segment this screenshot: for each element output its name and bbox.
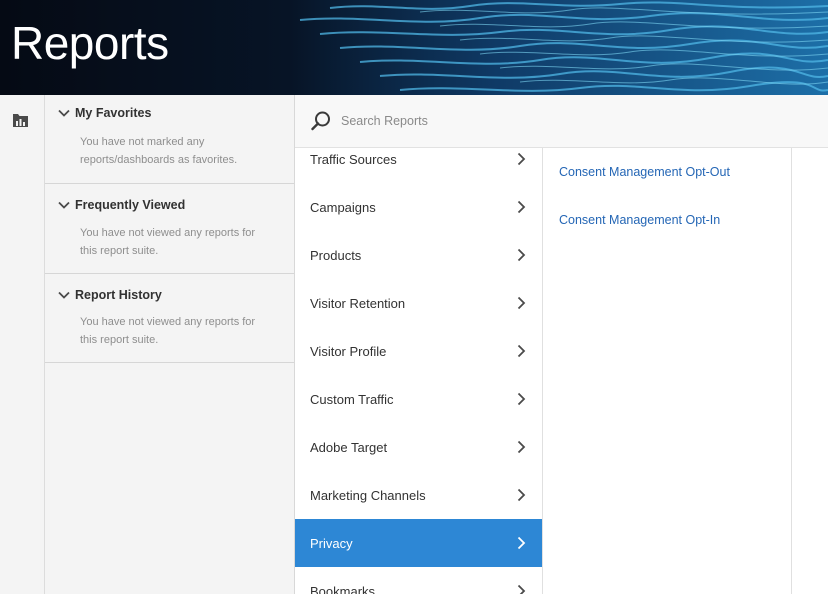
frequently-viewed-toggle[interactable]: Frequently Viewed xyxy=(45,184,294,222)
menu-item-bookmarks[interactable]: Bookmarks xyxy=(295,567,542,594)
chevron-right-icon xyxy=(517,200,526,214)
chevron-right-icon xyxy=(517,488,526,502)
menu-item-custom-traffic[interactable]: Custom Traffic xyxy=(295,375,542,423)
favorites-panel: My Favorites You have not marked any rep… xyxy=(45,95,295,594)
search-input[interactable] xyxy=(341,114,641,128)
chevron-right-icon xyxy=(517,296,526,310)
section-message: You have not marked any reports/dashboar… xyxy=(80,136,238,166)
report-history-toggle[interactable]: Report History xyxy=(45,274,294,312)
privacy-submenu: Consent Management Opt-Out Consent Manag… xyxy=(543,148,792,594)
menu-item-label: Products xyxy=(310,247,362,263)
report-history-section: Report History You have not viewed any r… xyxy=(45,274,294,363)
menu-item-label: Custom Traffic xyxy=(310,391,394,407)
page-title: Reports xyxy=(11,17,169,69)
chevron-right-icon xyxy=(517,344,526,358)
frequently-viewed-section: Frequently Viewed You have not viewed an… xyxy=(45,184,294,274)
report-category-menu: Traffic Sources Campaigns Products Visit… xyxy=(295,148,543,594)
chevron-down-icon xyxy=(58,291,70,299)
section-message: You have not viewed any reports for this… xyxy=(80,316,256,346)
section-message: You have not viewed any reports for this… xyxy=(80,227,256,257)
search-bar xyxy=(295,95,828,148)
submenu-link-consent-opt-in[interactable]: Consent Management Opt-In xyxy=(559,213,720,227)
chevron-right-icon xyxy=(517,392,526,406)
empty-column xyxy=(792,148,828,594)
chevron-right-icon xyxy=(517,440,526,454)
menu-item-adobe-target[interactable]: Adobe Target xyxy=(295,423,542,471)
chevron-down-icon xyxy=(58,201,70,209)
section-title: Report History xyxy=(75,288,162,302)
chevron-right-icon xyxy=(517,152,526,166)
menu-item-label: Bookmarks xyxy=(310,583,376,594)
section-title: Frequently Viewed xyxy=(75,198,186,212)
my-favorites-section: My Favorites You have not marked any rep… xyxy=(45,95,294,184)
menu-item-products[interactable]: Products xyxy=(295,231,542,279)
menu-item-label: Marketing Channels xyxy=(310,487,426,503)
menu-item-visitor-profile[interactable]: Visitor Profile xyxy=(295,327,542,375)
menu-item-marketing-channels[interactable]: Marketing Channels xyxy=(295,471,542,519)
chevron-down-icon xyxy=(58,109,70,117)
menu-item-traffic-sources[interactable]: Traffic Sources xyxy=(295,148,542,183)
menu-item-label: Visitor Profile xyxy=(310,343,387,359)
chevron-right-icon xyxy=(517,584,526,594)
menu-item-visitor-retention[interactable]: Visitor Retention xyxy=(295,279,542,327)
menu-item-privacy[interactable]: Privacy xyxy=(295,519,542,567)
menu-item-label: Privacy xyxy=(310,535,353,551)
my-favorites-toggle[interactable]: My Favorites xyxy=(45,95,294,131)
menu-item-label: Traffic Sources xyxy=(310,151,397,167)
search-icon[interactable] xyxy=(310,110,332,132)
chevron-right-icon xyxy=(517,536,526,550)
submenu-link-consent-opt-out[interactable]: Consent Management Opt-Out xyxy=(559,165,730,179)
folder-report-icon[interactable] xyxy=(12,113,29,128)
chevron-right-icon xyxy=(517,248,526,262)
menu-item-label: Campaigns xyxy=(310,199,376,215)
menu-item-label: Visitor Retention xyxy=(310,295,406,311)
menu-item-campaigns[interactable]: Campaigns xyxy=(295,183,542,231)
left-rail xyxy=(0,95,45,594)
header-banner: Reports xyxy=(0,0,828,95)
section-title: My Favorites xyxy=(75,106,152,120)
menu-item-label: Adobe Target xyxy=(310,439,388,455)
